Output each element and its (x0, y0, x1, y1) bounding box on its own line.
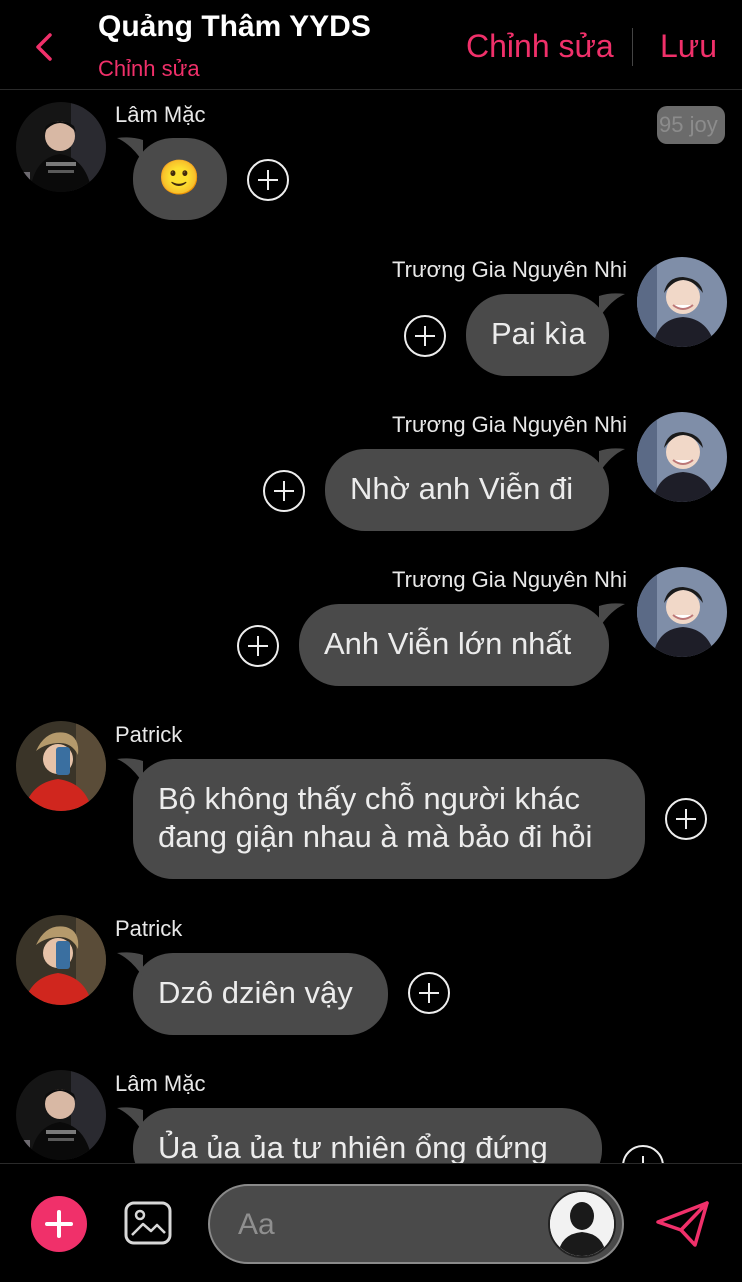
add-reaction-icon[interactable] (408, 972, 450, 1014)
message-text: Ủa ủa ủa tư nhiên ổng đứng (158, 1130, 548, 1163)
add-reaction-icon[interactable] (247, 159, 289, 201)
add-reaction-icon[interactable] (665, 798, 707, 840)
avatar-lam-mac[interactable] (16, 102, 106, 192)
sender-name: Trương Gia Nguyên Nhi (392, 412, 627, 437)
sender-name: Patrick (115, 722, 183, 747)
edit-button[interactable]: Chỉnh sửa (466, 28, 614, 65)
avatar-lam-mac[interactable] (16, 1070, 106, 1160)
add-reaction-icon[interactable] (622, 1145, 664, 1163)
bubble-tail (117, 1107, 143, 1132)
add-reaction-icon[interactable] (404, 315, 446, 357)
joy-badge: 95 joy (657, 106, 725, 144)
bubble-tail (117, 758, 143, 783)
composer-bar (0, 1163, 742, 1282)
message-list[interactable]: 95 joy Lâm Mặc 🙂 Trương Gia Nguyên Nhi P… (0, 90, 742, 1163)
sender-name: Lâm Mặc (115, 102, 206, 127)
message-text: Anh Viễn lớn nhất (324, 626, 572, 661)
sender-name: Patrick (115, 916, 183, 941)
chat-header: Quảng Thâm YYDS Chỉnh sửa Chỉnh sửa Lưu (0, 0, 742, 90)
bubble-tail (117, 137, 143, 162)
image-icon[interactable] (123, 1198, 173, 1248)
sender-name: Trương Gia Nguyên Nhi (392, 567, 627, 592)
back-chevron-icon[interactable] (30, 30, 60, 64)
avatar-truong-gia-nguyen-nhi[interactable] (637, 257, 727, 347)
avatar-truong-gia-nguyen-nhi[interactable] (637, 567, 727, 657)
message-bubble[interactable]: Nhờ anh Viễn đi (325, 448, 625, 531)
send-icon[interactable] (655, 1200, 711, 1248)
message-text: Pai kìa (491, 316, 586, 351)
message-input-container[interactable] (208, 1184, 624, 1264)
message-bubble[interactable]: Anh Viễn lớn nhất (299, 603, 625, 686)
sender-name: Trương Gia Nguyên Nhi (392, 257, 627, 282)
message-text: 🙂 (158, 159, 201, 197)
message-text: Dzô dziên vậy (158, 975, 353, 1010)
message-bubble[interactable]: Ủa ủa ủa tư nhiên ổng đứng (117, 1107, 602, 1163)
bubble-tail (599, 293, 625, 318)
chat-subtitle[interactable]: Chỉnh sửa (98, 56, 200, 82)
avatar-patrick[interactable] (16, 721, 106, 811)
message-input[interactable] (236, 1200, 540, 1250)
message-bubble[interactable]: Dzô dziên vậy (117, 952, 388, 1035)
add-reaction-icon[interactable] (263, 470, 305, 512)
save-button[interactable]: Lưu (660, 28, 717, 65)
message-bubble[interactable]: 🙂 (117, 137, 227, 220)
bubble-tail (117, 952, 143, 977)
bubble-tail (599, 448, 625, 473)
message-text-line: Bộ không thấy chỗ người khác (158, 781, 580, 816)
bubble-tail (599, 603, 625, 628)
message-bubble[interactable]: Pai kìa (466, 293, 625, 376)
persona-avatar-icon[interactable] (548, 1190, 616, 1258)
chat-title: Quảng Thâm YYDS (98, 10, 371, 43)
add-attachment-button[interactable] (31, 1196, 87, 1252)
message-bubble[interactable]: Bộ không thấy chỗ người khác đang giận n… (117, 758, 645, 879)
add-reaction-icon[interactable] (237, 625, 279, 667)
message-text: Nhờ anh Viễn đi (350, 471, 574, 506)
header-divider (632, 28, 633, 66)
message-text-line: đang giận nhau à mà bảo đi hỏi (158, 819, 593, 854)
sender-name: Lâm Mặc (115, 1071, 206, 1096)
avatar-truong-gia-nguyen-nhi[interactable] (637, 412, 727, 502)
avatar-patrick[interactable] (16, 915, 106, 1005)
